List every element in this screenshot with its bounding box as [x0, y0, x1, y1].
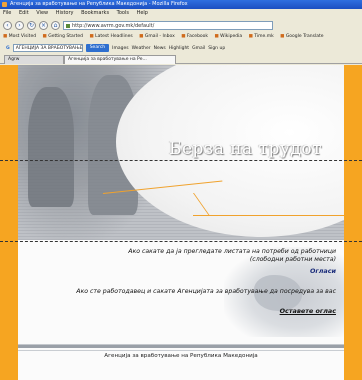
bookmark-item[interactable]: Time.mk [249, 34, 274, 39]
forward-arrow-icon[interactable]: › [15, 20, 24, 30]
decor-line [193, 215, 344, 216]
jobseeker-text: Ако сакате да ја прегледате листата на п… [128, 248, 336, 263]
address-bar[interactable]: http://www.avrm.gov.mk/default/ [63, 20, 273, 30]
reload-icon[interactable]: ↻ [27, 20, 36, 30]
bookmarks-toolbar: Most Visited Getting Started Latest Head… [0, 32, 362, 42]
employer-text: Ако сте работодавец и сакате Агенцијата … [76, 288, 336, 295]
page-viewport: Берза на трудот Ако сакате да ја преглед… [0, 65, 362, 380]
bookmark-item[interactable]: Google Translate [280, 34, 323, 39]
toolbar-images[interactable]: Images [112, 46, 128, 51]
toolbar-signup[interactable]: Sign up [208, 46, 225, 51]
footer-divider [18, 350, 344, 351]
toolbar-gmail[interactable]: Gmail [192, 46, 205, 51]
dashed-guide-line [0, 241, 362, 242]
window-title: Агенција за вработување на Република Мак… [10, 1, 188, 7]
menu-file[interactable]: File [3, 10, 11, 16]
search-input[interactable]: АГЕНЦИЈА ЗА ВРАБОТУВАЊЕ [12, 44, 83, 52]
bookmark-item[interactable]: Latest Headlines [89, 34, 132, 39]
toolbar-highlight[interactable]: Highlight [169, 46, 189, 51]
main-content: Ако сакате да ја прегледате листата на п… [18, 241, 344, 339]
bookmark-item[interactable]: Getting Started [43, 34, 83, 39]
home-icon[interactable]: ⌂ [51, 20, 60, 30]
search-toolbar: G АГЕНЦИЈА ЗА ВРАБОТУВАЊЕ Search Images … [0, 42, 362, 54]
menu-help[interactable]: Help [137, 10, 148, 16]
job-ads-link[interactable]: Огласи [310, 267, 336, 275]
menu-bookmarks[interactable]: Bookmarks [81, 10, 109, 16]
back-arrow-icon[interactable]: ‹ [3, 20, 12, 30]
menu-history[interactable]: History [56, 10, 74, 16]
site-brand-title: Берза на трудот [168, 139, 322, 159]
person-silhouette [28, 87, 74, 207]
toolbar-news[interactable]: News [154, 46, 166, 51]
dashed-guide-line [0, 160, 362, 161]
page-footer: Агенција за вработување на Република Мак… [104, 353, 258, 359]
menu-bar: File Edit View History Bookmarks Tools H… [0, 9, 362, 18]
menu-tools[interactable]: Tools [117, 10, 129, 16]
window-title-bar: Агенција за вработување на Република Мак… [0, 0, 362, 9]
google-icon: G [6, 45, 10, 51]
post-ad-link[interactable]: Оставете оглас [280, 307, 336, 315]
stop-icon[interactable]: × [39, 20, 48, 30]
search-button[interactable]: Search [85, 44, 110, 52]
menu-view[interactable]: View [36, 10, 48, 16]
footer-divider [18, 344, 344, 348]
bookmark-item[interactable]: Most Visited [3, 34, 36, 39]
firefox-icon [2, 2, 7, 7]
toolbar-weather[interactable]: Weather [132, 46, 151, 51]
bookmark-item[interactable]: Gmail - Inbox [139, 34, 175, 39]
menu-edit[interactable]: Edit [19, 10, 29, 16]
tab-active[interactable]: Агенција за вработување на Ре... [64, 55, 176, 64]
tab-first[interactable]: Agrw [4, 55, 64, 64]
navigation-toolbar: ‹ › ↻ × ⌂ http://www.avrm.gov.mk/default… [0, 18, 362, 32]
hero-banner: Берза на трудот [18, 65, 344, 240]
bookmark-item[interactable]: Facebook [181, 34, 208, 39]
page-body: Берза на трудот Ако сакате да ја преглед… [18, 65, 344, 380]
bookmark-item[interactable]: Wikipedia [214, 34, 242, 39]
tab-strip: Agrw Агенција за вработување на Ре... [0, 54, 362, 64]
